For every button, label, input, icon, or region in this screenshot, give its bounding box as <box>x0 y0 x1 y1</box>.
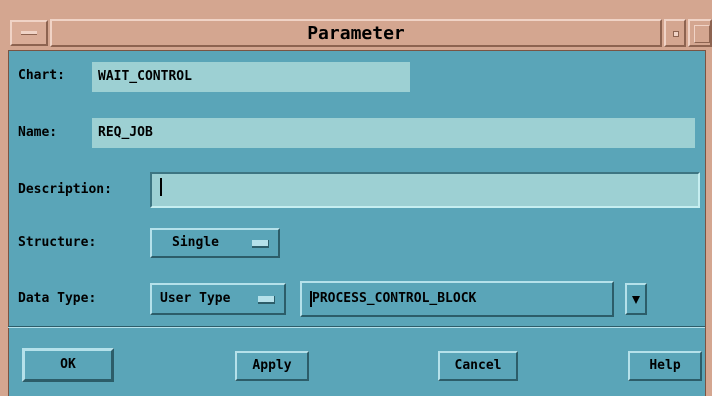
title-drag-area[interactable]: Parameter <box>50 19 662 47</box>
ok-button[interactable]: OK <box>22 348 114 382</box>
name-field: REQ_JOB <box>92 118 695 148</box>
chevron-down-icon <box>632 296 640 304</box>
maximize-icon <box>694 25 710 43</box>
chart-field: WAIT_CONTROL <box>92 62 410 92</box>
data-type-option-menu[interactable]: User Type <box>150 283 286 315</box>
text-cursor <box>160 177 162 196</box>
structure-option-menu[interactable]: Single <box>150 228 280 258</box>
window-menu-button[interactable] <box>10 20 48 46</box>
window-menu-icon <box>21 31 37 35</box>
minimize-icon <box>673 31 679 37</box>
window-frame-right[interactable] <box>705 50 712 396</box>
window-frame-left[interactable] <box>0 50 9 396</box>
data-type-dropdown-button[interactable] <box>625 283 647 315</box>
help-button[interactable]: Help <box>628 351 702 381</box>
title-bar[interactable]: Parameter <box>0 0 712 51</box>
data-type-label: Data Type: <box>18 291 97 306</box>
structure-label: Structure: <box>18 235 97 250</box>
description-input[interactable] <box>150 172 700 208</box>
button-separator <box>8 326 705 328</box>
chart-label: Chart: <box>18 68 65 83</box>
structure-selected: Single <box>172 235 219 250</box>
option-menu-indicator-icon <box>252 240 269 248</box>
window-title: Parameter <box>307 23 405 44</box>
data-type-selected: User Type <box>160 291 231 306</box>
option-menu-indicator-icon <box>258 296 275 304</box>
minimize-button[interactable] <box>664 19 686 47</box>
data-type-value-field[interactable]: PROCESS_CONTROL_BLOCK <box>300 281 614 317</box>
apply-button[interactable]: Apply <box>235 351 309 381</box>
cancel-button[interactable]: Cancel <box>438 351 518 381</box>
maximize-button[interactable] <box>688 19 712 47</box>
description-label: Description: <box>18 182 112 197</box>
name-label: Name: <box>18 125 58 140</box>
